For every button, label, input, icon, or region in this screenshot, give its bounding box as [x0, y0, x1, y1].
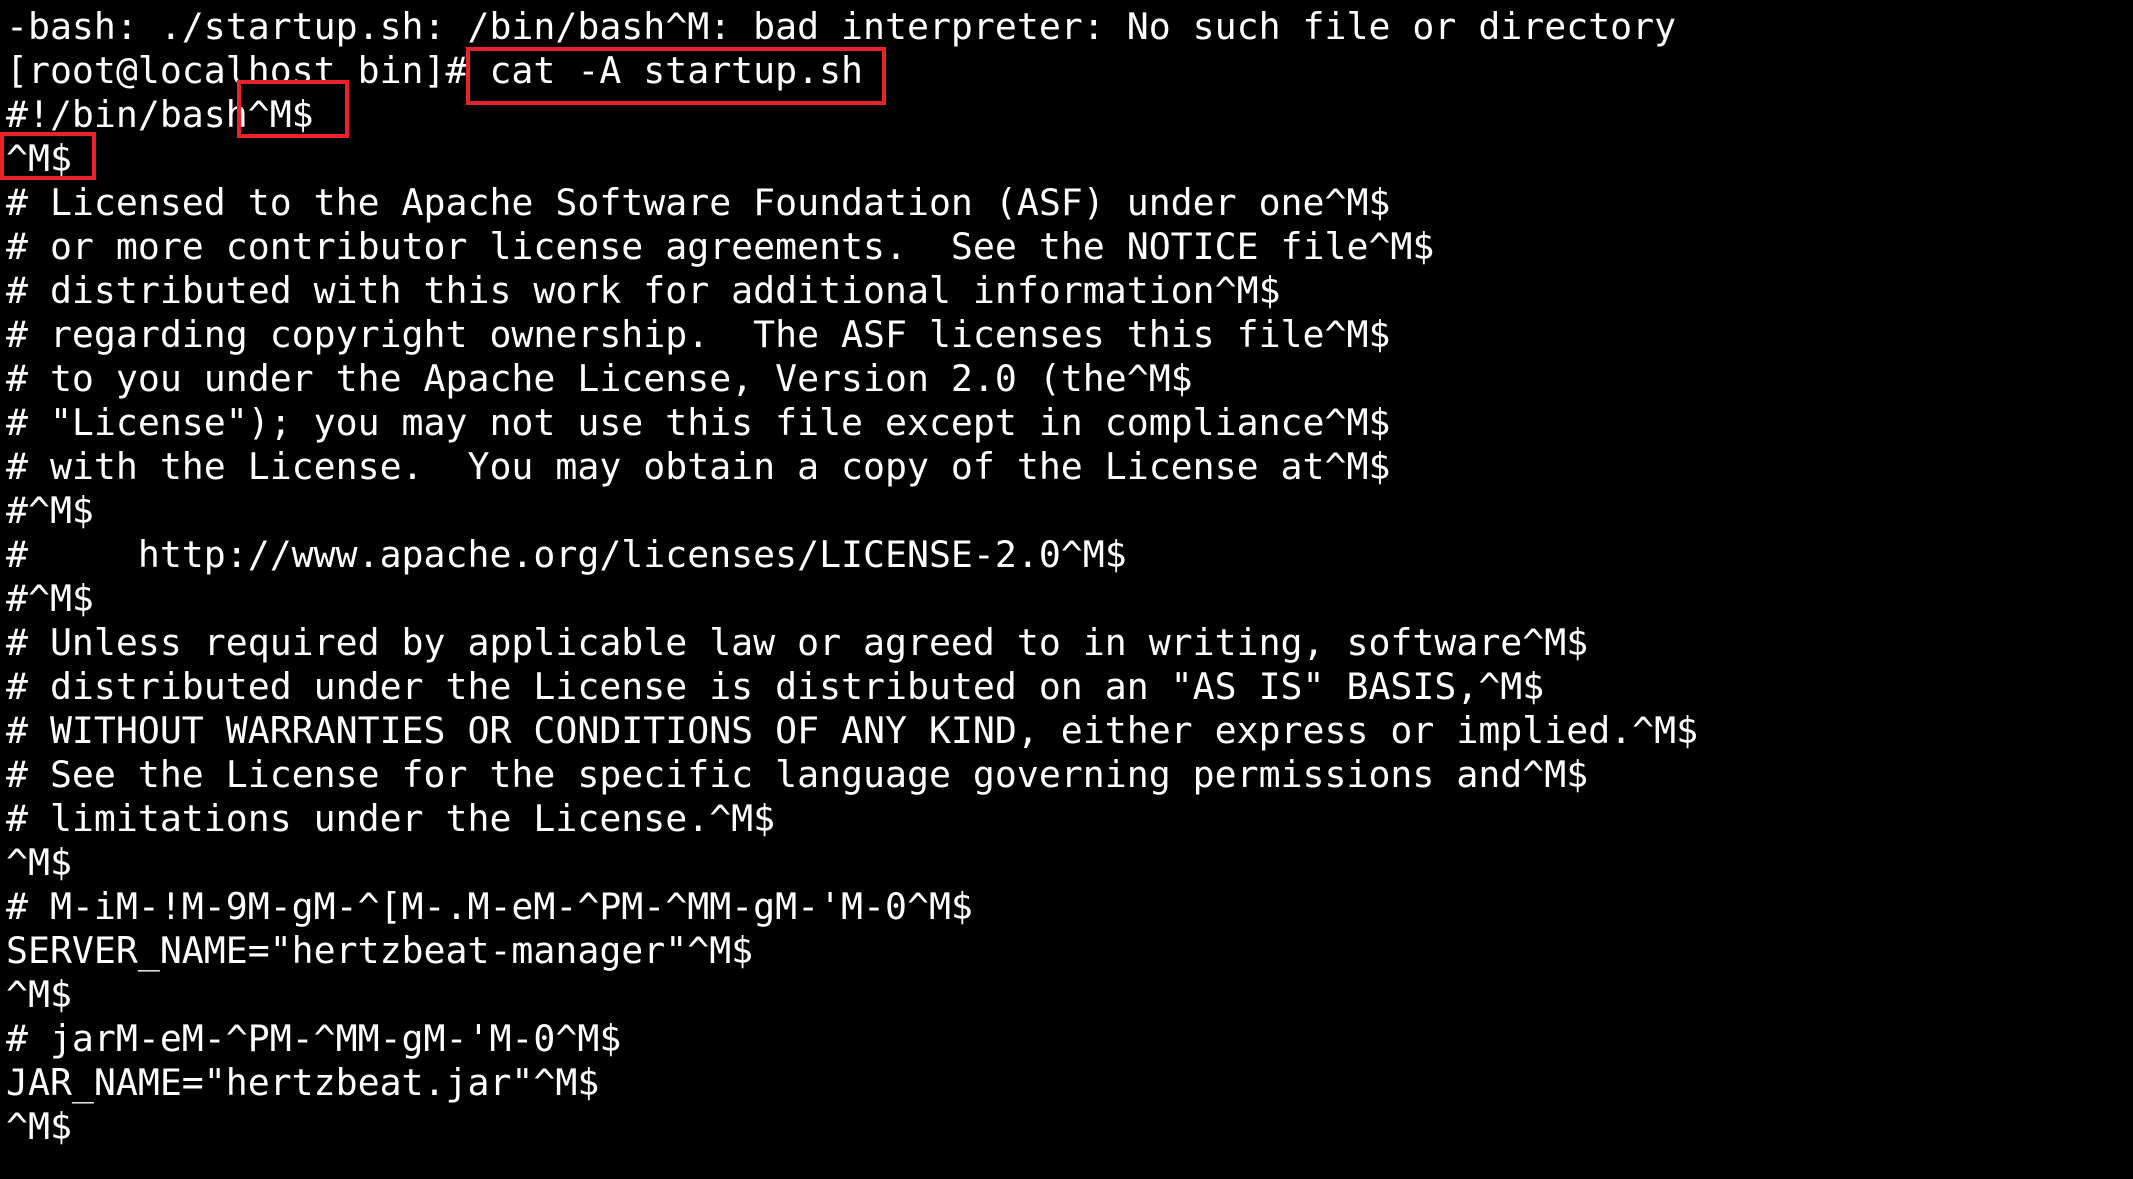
terminal-line-error: -bash: ./startup.sh: /bin/bash^M: bad in… [6, 5, 1677, 48]
terminal-output: -bash: ./startup.sh: /bin/bash^M: bad in… [6, 5, 1698, 1149]
terminal-line: ^M$ [6, 1105, 72, 1148]
terminal-line: # to you under the Apache License, Versi… [6, 357, 1193, 400]
terminal-line-prompt: [root@localhost bin]# cat -A startup.sh [6, 49, 864, 92]
terminal-line: # regarding copyright ownership. The ASF… [6, 313, 1391, 356]
terminal-line: ^M$ [6, 841, 72, 884]
terminal-window[interactable]: -bash: ./startup.sh: /bin/bash^M: bad in… [0, 0, 2133, 1179]
terminal-line: JAR_NAME="hertzbeat.jar"^M$ [6, 1061, 600, 1104]
terminal-line: # or more contributor license agreements… [6, 225, 1435, 268]
terminal-line-shebang: #!/bin/bash^M$ [6, 93, 314, 136]
terminal-line: # Unless required by applicable law or a… [6, 621, 1589, 664]
terminal-line: # Licensed to the Apache Software Founda… [6, 181, 1391, 224]
terminal-line: # M-iM-!M-9M-gM-^[M-.M-eM-^PM-^MM-gM-'M-… [6, 885, 973, 928]
terminal-line: SERVER_NAME="hertzbeat-manager"^M$ [6, 929, 754, 972]
terminal-line: # distributed under the License is distr… [6, 665, 1545, 708]
terminal-line: # with the License. You may obtain a cop… [6, 445, 1391, 488]
terminal-line: # "License"); you may not use this file … [6, 401, 1391, 444]
terminal-line: # limitations under the License.^M$ [6, 797, 776, 840]
terminal-line: ^M$ [6, 137, 72, 180]
terminal-line: ^M$ [6, 973, 72, 1016]
terminal-line: # See the License for the specific langu… [6, 753, 1589, 796]
terminal-line: # WITHOUT WARRANTIES OR CONDITIONS OF AN… [6, 709, 1699, 752]
terminal-line: # http://www.apache.org/licenses/LICENSE… [6, 533, 1127, 576]
terminal-line: # distributed with this work for additio… [6, 269, 1281, 312]
terminal-line: # jarM-eM-^PM-^MM-gM-'M-0^M$ [6, 1017, 622, 1060]
terminal-line: #^M$ [6, 489, 94, 532]
terminal-line: #^M$ [6, 577, 94, 620]
